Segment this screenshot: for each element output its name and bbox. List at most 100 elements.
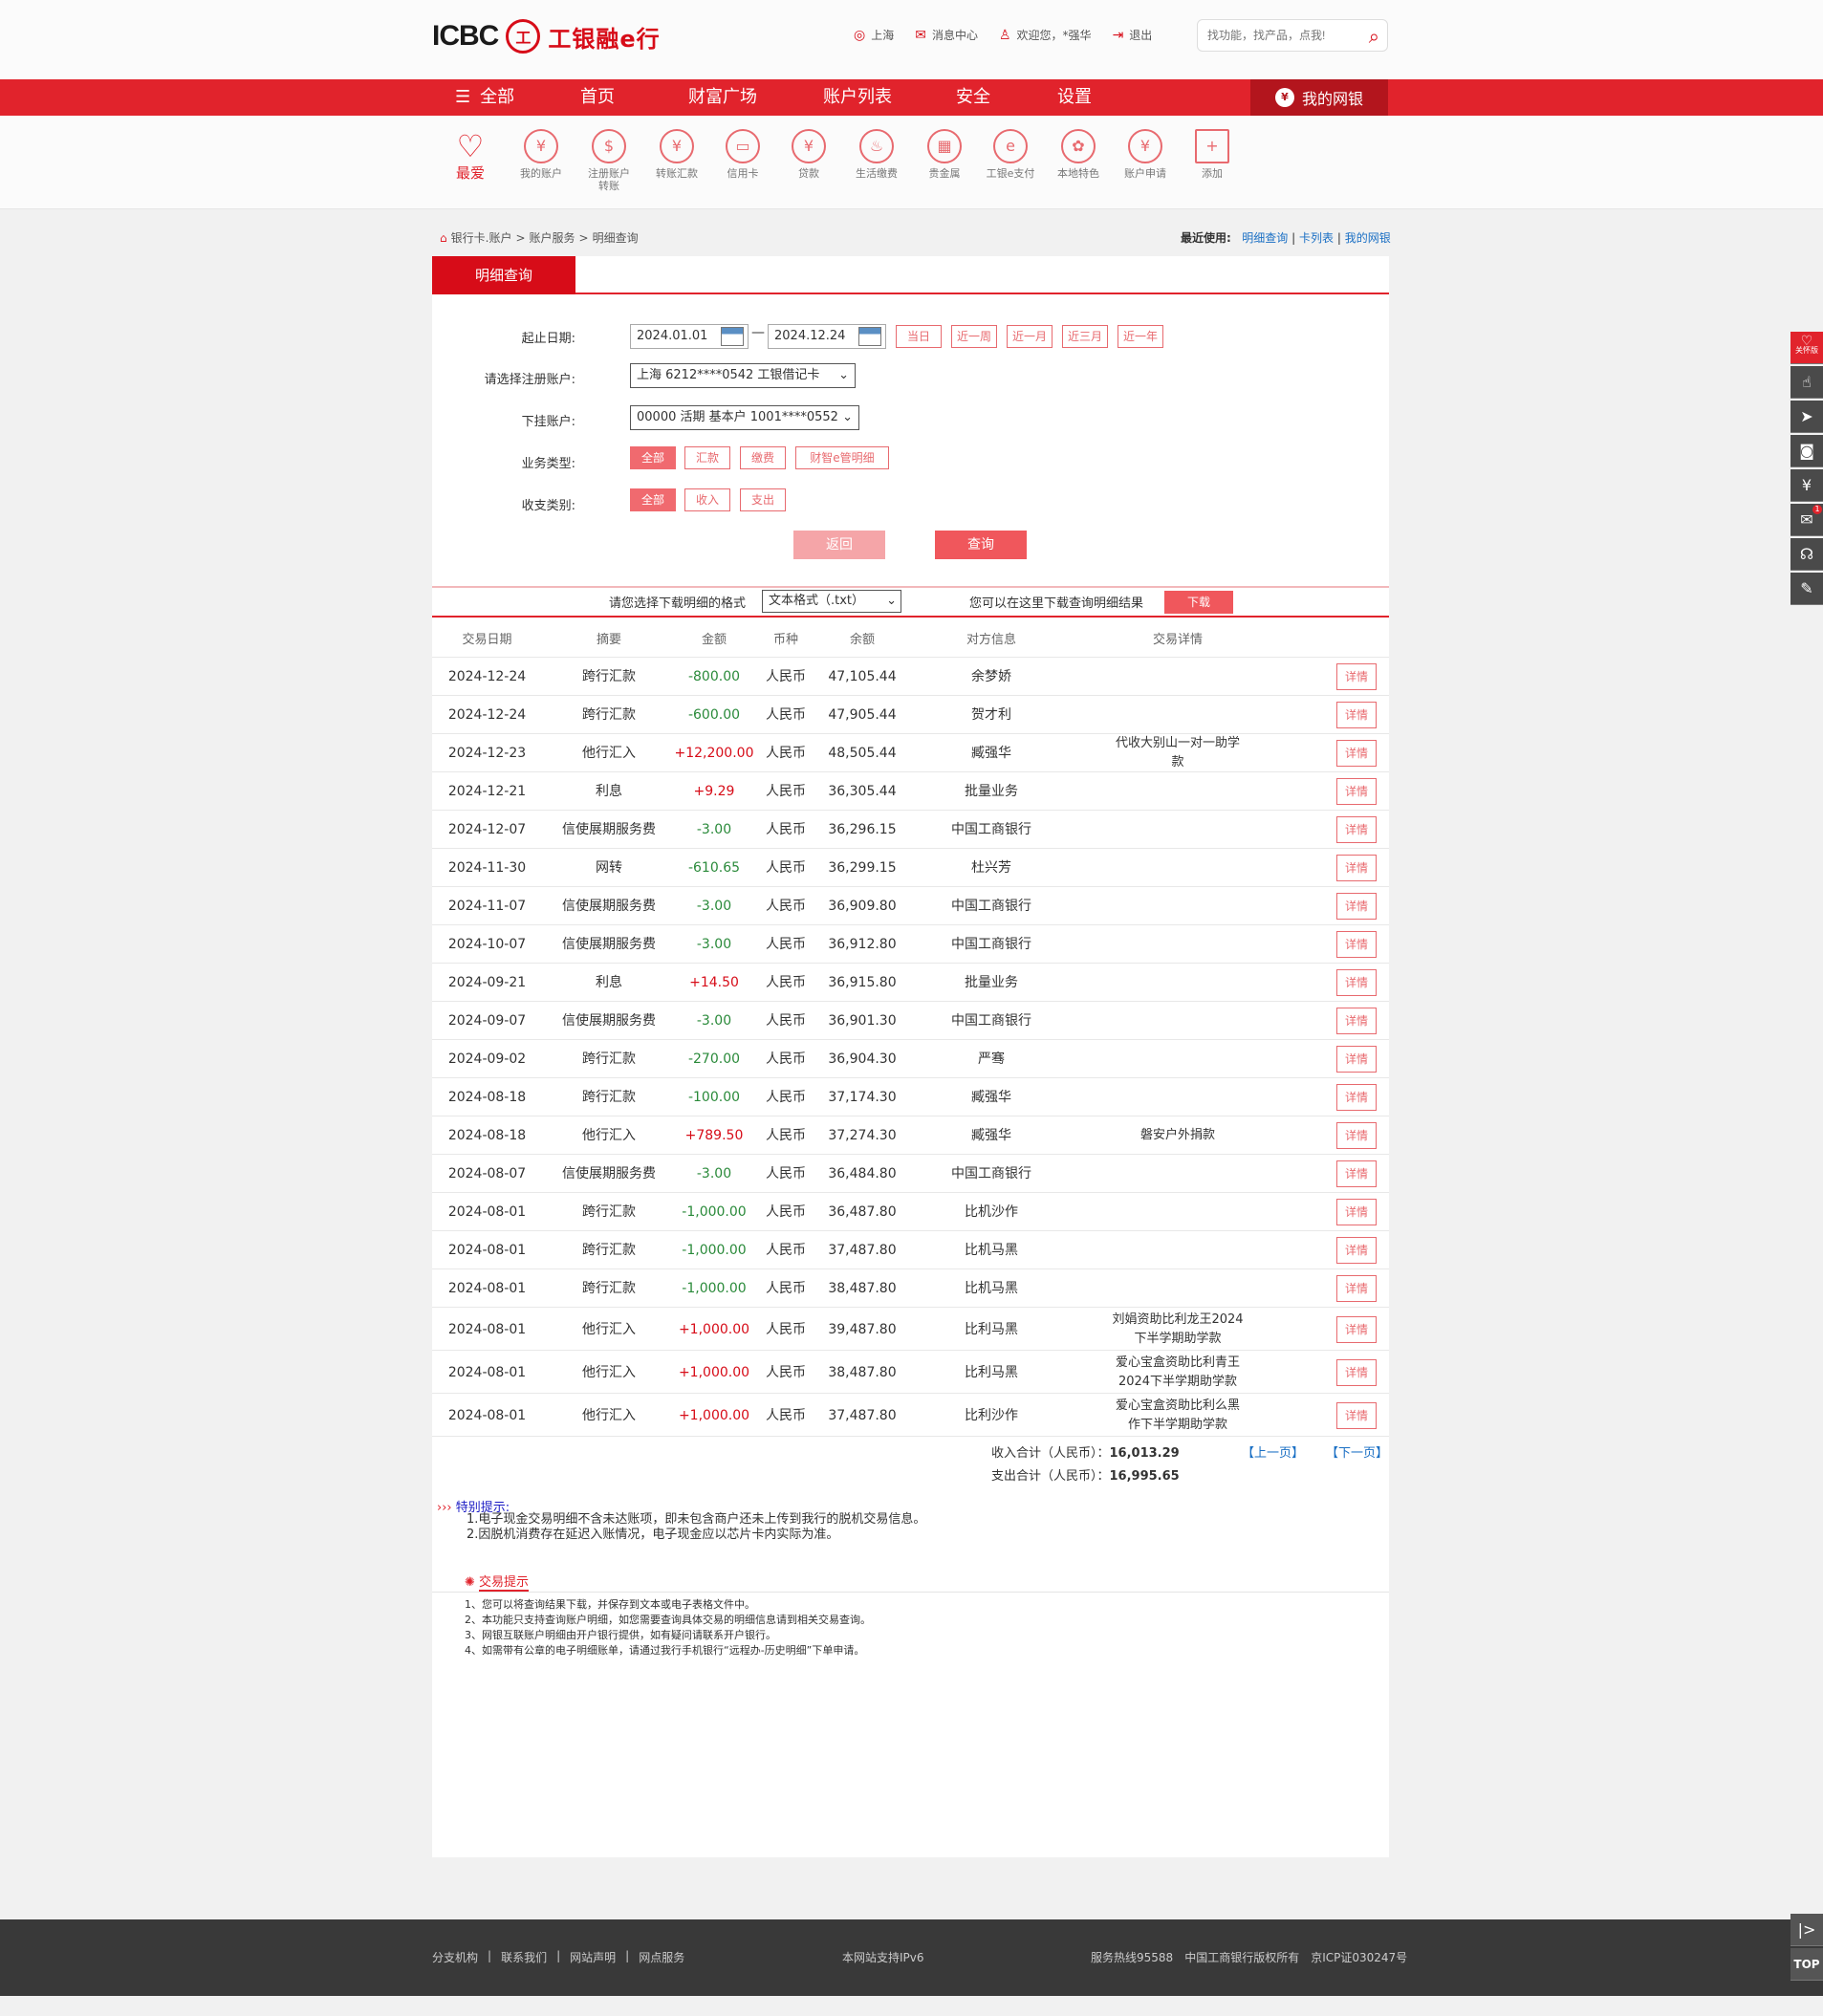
cell-summary: 利息 xyxy=(596,784,622,799)
calendar-icon[interactable] xyxy=(721,327,744,346)
biz-payment-button[interactable]: 缴费 xyxy=(740,446,786,469)
care-mode-button[interactable]: ♡ 关怀版 xyxy=(1790,332,1823,364)
detail-button[interactable]: 详情 xyxy=(1336,1122,1377,1149)
sidebar-camera-button[interactable]: ◙ xyxy=(1790,435,1823,467)
tab-detail-query[interactable]: 明细查询 xyxy=(432,256,575,294)
detail-button[interactable]: 详情 xyxy=(1336,893,1377,920)
quick-3month-button[interactable]: 近三月 xyxy=(1062,325,1108,348)
search-icon[interactable]: ⌕ xyxy=(1369,25,1379,48)
biz-remit-button[interactable]: 汇款 xyxy=(684,446,730,469)
cell-summary: 信使展期服务费 xyxy=(562,1013,656,1029)
favorite-register-transfer[interactable]: $ 注册账户转账 xyxy=(575,129,642,192)
cell-detail xyxy=(1111,1155,1245,1193)
favorite-credit-card[interactable]: ▭ 信用卡 xyxy=(709,129,776,180)
breadcrumb-item[interactable]: 银行卡.账户 xyxy=(451,229,512,246)
favorite-utility[interactable]: ♨ 生活缴费 xyxy=(843,129,910,180)
favorite-love[interactable]: ♡ 最爱 xyxy=(437,129,504,181)
start-date-input[interactable]: 2024.01.01 xyxy=(630,324,749,349)
favorite-local[interactable]: ✿ 本地特色 xyxy=(1045,129,1112,180)
nav-item-settings[interactable]: 设置 xyxy=(1057,79,1092,116)
footer-link-outlets[interactable]: 网点服务 xyxy=(639,1949,684,1965)
icbc-logo[interactable]: ICBC 工 工银融e行 xyxy=(432,17,661,55)
nav-item-security[interactable]: 安全 xyxy=(956,79,990,116)
recent-link[interactable]: 明细查询 xyxy=(1242,231,1288,245)
footer-link-contact[interactable]: 联系我们 xyxy=(501,1949,547,1965)
detail-button[interactable]: 详情 xyxy=(1336,1084,1377,1111)
io-expense-button[interactable]: 支出 xyxy=(740,488,786,511)
sub-account-select[interactable]: 00000 活期 基本户 1001****0552 ⌄ xyxy=(630,405,859,430)
detail-button[interactable]: 详情 xyxy=(1336,1008,1377,1034)
nav-item-accounts[interactable]: 账户列表 xyxy=(823,79,892,116)
header-link-location[interactable]: ◎ 上海 xyxy=(854,27,894,43)
detail-button[interactable]: 详情 xyxy=(1336,1160,1377,1187)
end-date-input[interactable]: 2024.12.24 xyxy=(768,324,886,349)
sidebar-note-button[interactable]: ✎ xyxy=(1790,573,1823,605)
header-link-user[interactable]: ♙ 欢迎您，*强华 xyxy=(999,27,1092,43)
nav-item-home[interactable]: 首页 xyxy=(580,79,615,116)
detail-button[interactable]: 详情 xyxy=(1336,1275,1377,1302)
footer-link-branches[interactable]: 分支机构 xyxy=(432,1949,478,1965)
detail-button[interactable]: 详情 xyxy=(1336,1237,1377,1264)
io-all-button[interactable]: 全部 xyxy=(630,488,676,511)
favorite-remittance[interactable]: ¥ 转账汇款 xyxy=(643,129,710,180)
detail-button[interactable]: 详情 xyxy=(1336,778,1377,805)
recent-link[interactable]: 卡列表 xyxy=(1299,231,1334,245)
download-button[interactable]: 下载 xyxy=(1164,591,1233,614)
quick-month-button[interactable]: 近一月 xyxy=(1007,325,1053,348)
nav-item-all[interactable]: ☰ 全部 xyxy=(455,79,514,116)
detail-button[interactable]: 详情 xyxy=(1336,816,1377,843)
cell-date: 2024-08-18 xyxy=(447,1090,527,1105)
quick-today-button[interactable]: 当日 xyxy=(896,325,942,348)
detail-button[interactable]: 详情 xyxy=(1336,702,1377,728)
prev-page-link[interactable]: 【上一页】 xyxy=(1242,1442,1304,1461)
quick-year-button[interactable]: 近一年 xyxy=(1118,325,1163,348)
io-income-button[interactable]: 收入 xyxy=(684,488,730,511)
account-select[interactable]: 上海 6212****0542 工银借记卡 ⌄ xyxy=(630,363,856,388)
biz-cfe-button[interactable]: 财智e管明细 xyxy=(795,446,889,469)
home-icon[interactable]: ⌂ xyxy=(440,231,447,245)
sidebar-send-button[interactable]: ➤ xyxy=(1790,401,1823,433)
back-to-top-button[interactable]: TOP xyxy=(1790,1948,1823,1981)
sidebar-service-button[interactable]: ☝ xyxy=(1790,366,1823,399)
calendar-icon[interactable] xyxy=(858,327,881,346)
favorite-epay[interactable]: e 工银e支付 xyxy=(977,129,1044,180)
favorite-my-account[interactable]: ¥ 我的账户 xyxy=(508,129,575,180)
recent-link[interactable]: 我的网银 xyxy=(1345,231,1391,245)
detail-button[interactable]: 详情 xyxy=(1336,1199,1377,1225)
search-input[interactable] xyxy=(1198,20,1341,51)
cell-balance: 36,912.80 xyxy=(828,937,897,952)
favorite-add[interactable]: + 添加 xyxy=(1179,129,1246,180)
collapse-sidebar-button[interactable]: |> xyxy=(1790,1914,1823,1946)
header-link-logout[interactable]: ⇥ 退出 xyxy=(1113,27,1153,43)
detail-button[interactable]: 详情 xyxy=(1336,740,1377,767)
detail-button[interactable]: 详情 xyxy=(1336,663,1377,690)
detail-button[interactable]: 详情 xyxy=(1336,1046,1377,1073)
sidebar-calendar-button[interactable]: ¥ xyxy=(1790,469,1823,502)
footer-link-statement[interactable]: 网站声明 xyxy=(570,1949,616,1965)
favorite-gold[interactable]: ▦ 贵金属 xyxy=(911,129,978,180)
favorite-apply[interactable]: ¥ 账户申请 xyxy=(1112,129,1179,180)
footer-copyright: 中国工商银行版权所有 xyxy=(1184,1951,1300,1964)
breadcrumb-item[interactable]: 账户服务 xyxy=(530,229,575,246)
next-page-link[interactable]: 【下一页】 xyxy=(1326,1442,1388,1461)
favorite-loan[interactable]: ¥ 贷款 xyxy=(775,129,842,180)
my-bank-button[interactable]: ¥ 我的网银 xyxy=(1250,79,1388,116)
cell-party: 比机马黑 xyxy=(965,1243,1018,1258)
sidebar-support-button[interactable]: ☊ xyxy=(1790,538,1823,571)
nav-item-wealth[interactable]: 财富广场 xyxy=(688,79,757,116)
detail-button[interactable]: 详情 xyxy=(1336,1402,1377,1429)
sidebar-message-button[interactable]: ✉ 1 xyxy=(1790,504,1823,536)
detail-button[interactable]: 详情 xyxy=(1336,931,1377,958)
apply-icon: ¥ xyxy=(1128,129,1162,163)
quick-week-button[interactable]: 近一周 xyxy=(951,325,997,348)
query-button[interactable]: 查询 xyxy=(935,531,1027,559)
detail-button[interactable]: 详情 xyxy=(1336,969,1377,996)
detail-button[interactable]: 详情 xyxy=(1336,1359,1377,1386)
download-format-select[interactable]: 文本格式（.txt） ⌄ xyxy=(762,590,901,613)
detail-button[interactable]: 详情 xyxy=(1336,855,1377,881)
table-row: 2024-08-01 他行汇入 +1,000.00 人民币 37,487.80 比利沙作 爱… xyxy=(432,1394,1389,1437)
biz-all-button[interactable]: 全部 xyxy=(630,446,676,469)
detail-button[interactable]: 详情 xyxy=(1336,1316,1377,1343)
back-button[interactable]: 返回 xyxy=(793,531,885,559)
header-link-messages[interactable]: ✉ 消息中心 xyxy=(915,27,978,43)
